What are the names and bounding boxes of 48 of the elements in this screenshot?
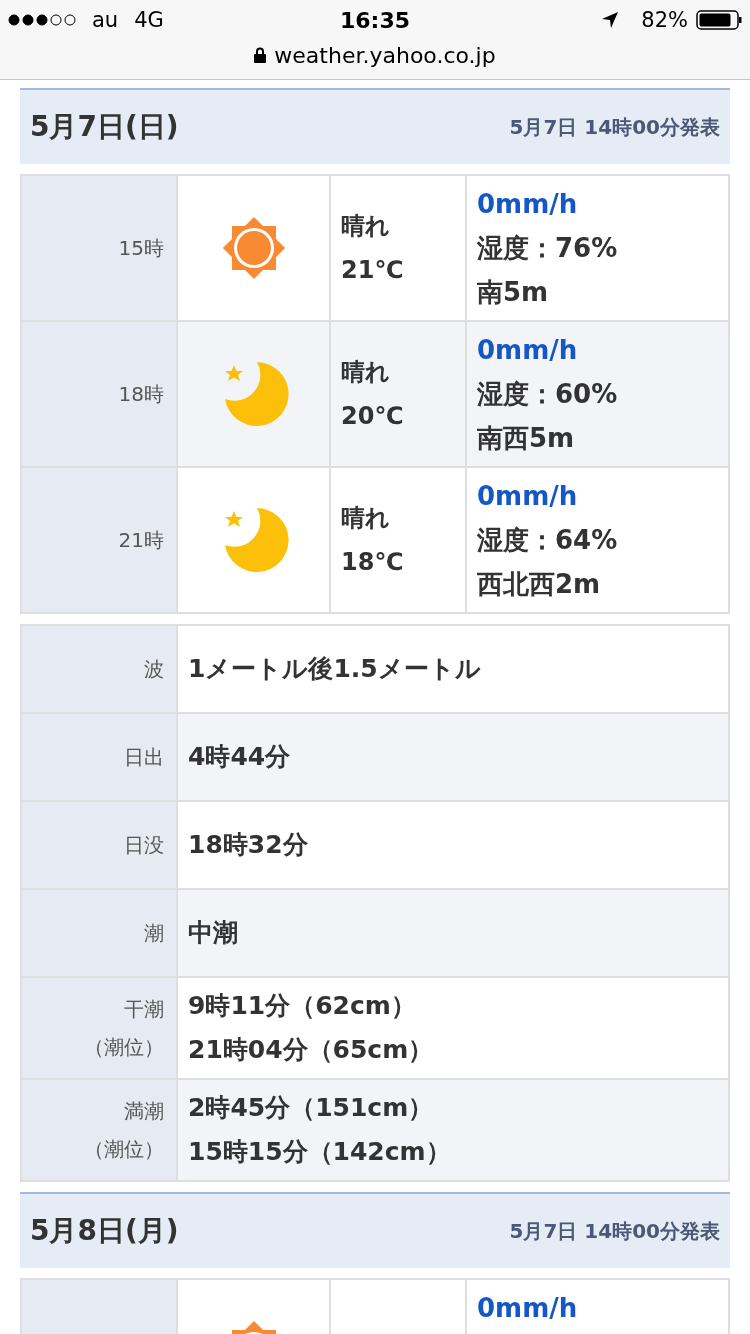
temperature: 21℃ — [341, 255, 405, 286]
detail-label: 干潮 — [124, 996, 164, 1023]
detail-value: 2時45分（151cm） — [188, 1092, 435, 1124]
signal-icon — [8, 14, 76, 26]
day-date: 5月8日(月) — [30, 1213, 179, 1249]
weather-label: 晴れ — [341, 211, 391, 242]
day-date: 5月7日(日) — [30, 109, 179, 145]
weather-label: 晴れ — [341, 503, 391, 534]
detail-label: 潮 — [144, 920, 164, 947]
wind: 南5m — [477, 276, 550, 309]
location-arrow-icon — [601, 11, 620, 29]
humidity: 湿度：64% — [477, 524, 619, 557]
time-cell: 15時 — [22, 176, 176, 320]
detail-label: 波 — [144, 656, 164, 683]
precipitation: 0mm/h — [477, 480, 579, 513]
published-time: 5月7日 14時00分発表 — [509, 113, 720, 141]
time-cell: 18時 — [22, 322, 176, 466]
network-label: 4G — [134, 8, 164, 32]
precipitation: 0mm/h — [477, 1292, 579, 1325]
url-text[interactable]: weather.yahoo.co.jp — [274, 42, 496, 68]
lock-icon — [254, 47, 267, 63]
wind: 西北西2m — [477, 568, 602, 601]
detail-value: 18時32分 — [188, 829, 309, 861]
temperature: 20℃ — [341, 401, 405, 432]
precipitation: 0mm/h — [477, 188, 579, 221]
humidity: 湿度：60% — [477, 378, 619, 411]
detail-label: 満潮 — [124, 1098, 164, 1125]
detail-value: 15時15分（142cm） — [188, 1136, 452, 1168]
detail-value: 21時04分（65cm） — [188, 1034, 435, 1066]
temperature: 18℃ — [341, 547, 405, 578]
detail-value: 1メートル後1.5メートル — [188, 653, 482, 685]
wind: 南西5m — [477, 422, 576, 455]
battery-percent: 82% — [641, 8, 688, 32]
time-cell: 21時 — [22, 468, 176, 612]
detail-value: 4時44分 — [188, 741, 292, 773]
battery-icon — [696, 10, 742, 30]
detail-label: （潮位） — [84, 1136, 164, 1163]
detail-label: 日没 — [124, 832, 164, 859]
humidity: 湿度：76% — [477, 232, 619, 265]
clock: 16:35 — [340, 7, 410, 33]
detail-label: 日出 — [124, 744, 164, 771]
detail-value: 9時11分（62cm） — [188, 990, 417, 1022]
detail-label: （潮位） — [84, 1034, 164, 1061]
precipitation: 0mm/h — [477, 334, 579, 367]
published-time: 5月7日 14時00分発表 — [509, 1217, 720, 1245]
weather-label: 晴れ — [341, 357, 391, 388]
carrier-label: au — [92, 8, 119, 32]
detail-value: 中潮 — [188, 917, 239, 949]
